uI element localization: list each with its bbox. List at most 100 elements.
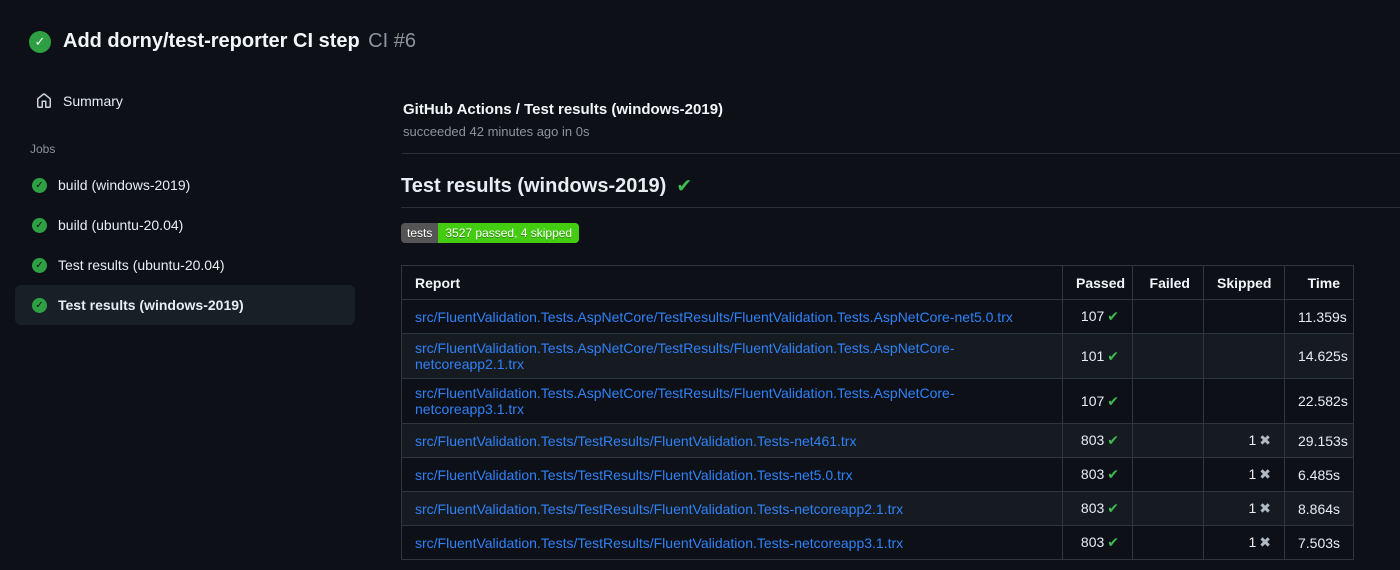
table-row: src/FluentValidation.Tests/TestResults/F… — [401, 423, 1354, 458]
report-cell: src/FluentValidation.Tests/TestResults/F… — [401, 423, 1063, 458]
job-label: build (ubuntu-20.04) — [58, 217, 184, 233]
skipped-cell: 1 ✖ — [1203, 423, 1285, 458]
col-header-passed: Passed — [1062, 265, 1133, 300]
report-link[interactable]: src/FluentValidation.Tests.AspNetCore/Te… — [415, 309, 1013, 325]
col-header-failed: Failed — [1132, 265, 1204, 300]
table-row: src/FluentValidation.Tests/TestResults/F… — [401, 525, 1354, 560]
check-circle-icon: ✓ — [29, 30, 51, 53]
report-link[interactable]: src/FluentValidation.Tests/TestResults/F… — [415, 501, 903, 517]
passed-cell: 803 ✔ — [1062, 525, 1133, 560]
skipped-cell — [1203, 299, 1285, 334]
home-icon — [37, 93, 51, 108]
skipped-cell — [1203, 378, 1285, 424]
time-cell: 8.864s — [1284, 491, 1354, 526]
report-cell: src/FluentValidation.Tests.AspNetCore/Te… — [401, 378, 1063, 424]
failed-cell — [1132, 491, 1204, 526]
skipped-cell: 1 ✖ — [1203, 525, 1285, 560]
check-circle-icon: ✓ — [32, 217, 47, 233]
check-icon: ✔ — [1107, 392, 1119, 409]
cross-icon: ✖ — [1259, 500, 1271, 516]
table-row: src/FluentValidation.Tests.AspNetCore/Te… — [401, 378, 1354, 424]
tests-badge-label: tests — [401, 223, 439, 243]
failed-cell — [1132, 378, 1204, 424]
report-cell: src/FluentValidation.Tests/TestResults/F… — [401, 457, 1063, 492]
job-label: build (windows-2019) — [58, 177, 191, 193]
success-check-icon: ✔ — [676, 176, 693, 197]
passed-cell: 803 ✔ — [1062, 491, 1133, 526]
passed-cell: 107 ✔ — [1062, 299, 1133, 334]
report-cell: src/FluentValidation.Tests/TestResults/F… — [401, 491, 1063, 526]
report-link[interactable]: src/FluentValidation.Tests/TestResults/F… — [415, 433, 856, 449]
cross-icon: ✖ — [1259, 432, 1271, 448]
tests-badge: tests 3527 passed, 4 skipped — [401, 223, 580, 243]
run-number: CI #6 — [368, 30, 416, 52]
check-circle-icon: ✓ — [32, 297, 47, 313]
report-cell: src/FluentValidation.Tests.AspNetCore/Te… — [401, 299, 1063, 334]
failed-cell — [1132, 423, 1204, 458]
report-cell: src/FluentValidation.Tests.AspNetCore/Te… — [401, 333, 1063, 379]
col-header-report: Report — [401, 265, 1063, 300]
failed-cell — [1132, 299, 1204, 334]
main-content: GitHub Actions / Test results (windows-2… — [400, 53, 1400, 560]
cross-icon: ✖ — [1259, 466, 1271, 482]
failed-cell — [1132, 333, 1204, 379]
report-link[interactable]: src/FluentValidation.Tests/TestResults/F… — [415, 535, 903, 551]
sidebar-item-summary[interactable]: Summary — [0, 87, 400, 115]
run-title: Add dorny/test-reporter CI step — [63, 30, 360, 52]
summary-label: Summary — [63, 93, 123, 109]
time-cell: 7.503s — [1284, 525, 1354, 560]
time-cell: 6.485s — [1284, 457, 1354, 492]
check-icon: ✔ — [1107, 432, 1119, 448]
check-circle-icon: ✓ — [32, 257, 47, 273]
time-cell: 11.359s — [1284, 299, 1354, 334]
passed-cell: 107 ✔ — [1062, 378, 1133, 424]
sidebar: Summary Jobs ✓ build (windows-2019) ✓ build… — [0, 53, 400, 560]
check-icon: ✔ — [1107, 534, 1119, 550]
skipped-cell: 1 ✖ — [1203, 457, 1285, 492]
passed-cell: 803 ✔ — [1062, 457, 1133, 492]
table-row: src/FluentValidation.Tests.AspNetCore/Te… — [401, 333, 1354, 379]
time-cell: 14.625s — [1284, 333, 1354, 379]
passed-cell: 803 ✔ — [1062, 423, 1133, 458]
col-header-skipped: Skipped — [1203, 265, 1285, 300]
sidebar-job-test-results-windows-2019[interactable]: ✓ Test results (windows-2019) — [15, 285, 355, 325]
jobs-section-label: Jobs — [30, 142, 56, 156]
sidebar-job-build-ubuntu-20-04[interactable]: ✓ build (ubuntu-20.04) — [15, 205, 355, 245]
skipped-cell: 1 ✖ — [1203, 491, 1285, 526]
report-link[interactable]: src/FluentValidation.Tests.AspNetCore/Te… — [415, 340, 955, 372]
divider — [402, 153, 1400, 154]
check-icon: ✔ — [1107, 500, 1119, 516]
job-label: Test results (windows-2019) — [58, 297, 244, 313]
report-link[interactable]: src/FluentValidation.Tests.AspNetCore/Te… — [415, 385, 955, 417]
time-cell: 29.153s — [1284, 423, 1354, 458]
results-heading-text: Test results (windows-2019) — [401, 175, 667, 197]
job-breadcrumb: GitHub Actions / Test results (windows-2… — [403, 101, 724, 118]
failed-cell — [1132, 457, 1204, 492]
table-header-row: Report Passed Failed Skipped Time — [401, 265, 1354, 300]
check-icon: ✔ — [1107, 347, 1119, 364]
report-table-body: src/FluentValidation.Tests.AspNetCore/Te… — [401, 299, 1354, 560]
tests-badge-value: 3527 passed, 4 skipped — [438, 223, 580, 243]
sidebar-job-test-results-ubuntu-20-04[interactable]: ✓ Test results (ubuntu-20.04) — [15, 245, 355, 285]
passed-cell: 101 ✔ — [1062, 333, 1133, 379]
sidebar-job-build-windows-2019[interactable]: ✓ build (windows-2019) — [15, 165, 355, 205]
results-heading: Test results (windows-2019) ✔ — [401, 175, 1400, 198]
report-table: Report Passed Failed Skipped Time src/Fl… — [401, 265, 1354, 560]
job-label: Test results (ubuntu-20.04) — [58, 257, 225, 273]
divider — [401, 207, 1400, 208]
failed-cell — [1132, 525, 1204, 560]
check-icon: ✔ — [1107, 466, 1119, 482]
check-icon: ✔ — [1107, 308, 1119, 324]
report-link[interactable]: src/FluentValidation.Tests/TestResults/F… — [415, 467, 853, 483]
table-row: src/FluentValidation.Tests/TestResults/F… — [401, 491, 1354, 526]
job-status-line: succeeded 42 minutes ago in 0s — [403, 124, 590, 139]
skipped-cell — [1203, 333, 1285, 379]
time-cell: 22.582s — [1284, 378, 1354, 424]
table-row: src/FluentValidation.Tests.AspNetCore/Te… — [401, 299, 1354, 334]
page-layout: Summary Jobs ✓ build (windows-2019) ✓ build… — [0, 53, 1400, 560]
cross-icon: ✖ — [1259, 534, 1271, 550]
report-cell: src/FluentValidation.Tests/TestResults/F… — [401, 525, 1063, 560]
run-header: ✓ Add dorny/test-reporter CI step CI #6 — [0, 0, 1400, 53]
jobs-list: ✓ build (windows-2019) ✓ build (ubuntu-20.0… — [0, 165, 400, 325]
col-header-time: Time — [1284, 265, 1354, 300]
